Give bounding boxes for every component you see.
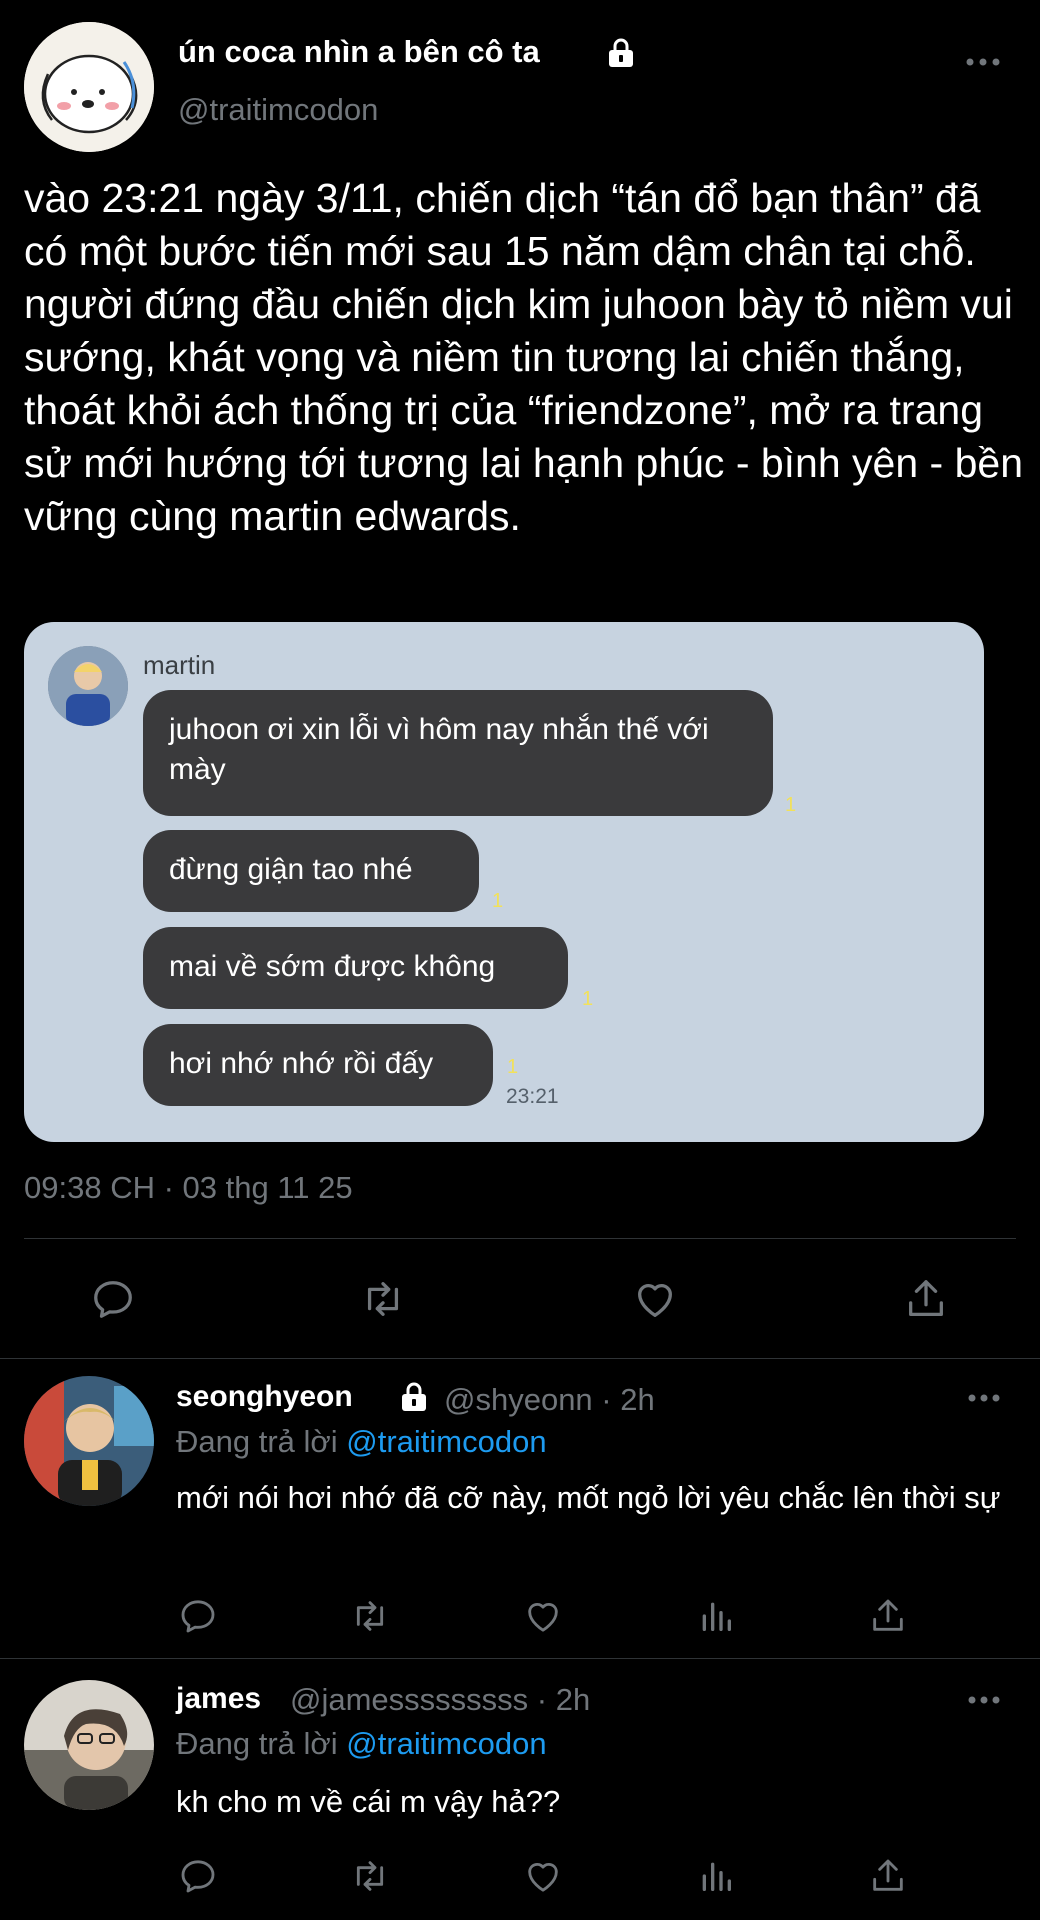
lock-icon [606,38,636,68]
retweet-icon[interactable] [360,1276,406,1322]
replying-to-line: Đang trả lời @traitimcodon [176,1424,547,1460]
reply-icon[interactable] [178,1856,218,1896]
share-icon[interactable] [868,1856,908,1896]
reply-avatar[interactable] [24,1376,154,1506]
author-display-name[interactable]: ún coca nhìn a bên cô ta [178,34,540,70]
views-icon[interactable] [696,1596,736,1636]
lock-icon [399,1382,429,1412]
tweet-text: vào 23:21 ngày 3/11, chiến dịch “tán đổ … [24,175,1035,539]
author-handle[interactable]: @traitimcodon [178,92,378,128]
replying-to-label: Đang trả lời [176,1424,347,1459]
chat-bubble: đừng giận tao nhé [143,830,479,912]
reply-handle-time[interactable]: @shyeonn · 2h [444,1382,655,1418]
author-avatar[interactable] [24,22,154,152]
replying-to-line: Đang trả lời @traitimcodon [176,1726,547,1762]
heart-icon[interactable] [523,1856,563,1896]
chat-sender-name: martin [143,650,216,680]
divider [0,1658,1040,1659]
replying-to-mention[interactable]: @traitimcodon [346,1424,546,1459]
reply-icon[interactable] [178,1596,218,1636]
read-marker: 1 [492,890,504,912]
read-marker: 1 [507,1056,519,1078]
divider [0,1358,1040,1359]
chat-bubble: hơi nhớ nhớ rồi đấy [143,1024,493,1106]
tweet-timestamp[interactable]: 09:38 CH · 03 thg 11 25 [24,1170,353,1206]
chat-timestamp: 23:21 [506,1085,559,1108]
chat-bubble: mai về sớm được không [143,927,568,1009]
share-icon[interactable] [903,1276,949,1322]
retweet-icon[interactable] [350,1596,390,1636]
heart-icon[interactable] [632,1276,678,1322]
read-marker: 1 [785,794,797,816]
retweet-icon[interactable] [350,1856,390,1896]
more-icon[interactable] [968,1696,1000,1704]
reply-icon[interactable] [90,1276,136,1322]
reply-handle-time[interactable]: @jamesssssssss · 2h [290,1682,590,1718]
reply-avatar[interactable] [24,1680,154,1810]
more-icon[interactable] [968,1394,1000,1402]
read-marker: 1 [582,988,594,1010]
reply-text: mới nói hơi nhớ đã cỡ này, mốt ngỏ lời y… [176,1480,1001,1515]
views-icon[interactable] [696,1856,736,1896]
replying-to-label: Đang trả lời [176,1726,347,1761]
chat-avatar [48,646,128,726]
more-icon[interactable] [966,58,1000,66]
share-icon[interactable] [868,1596,908,1636]
reply-display-name[interactable]: james [176,1682,261,1716]
replying-to-mention[interactable]: @traitimcodon [346,1726,546,1761]
reply-text: kh cho m về cái m vậy hả?? [176,1784,561,1819]
heart-icon[interactable] [523,1596,563,1636]
reply-display-name[interactable]: seonghyeon [176,1380,353,1414]
author-avatar-image [24,22,154,152]
divider [24,1238,1016,1239]
chat-bubble: juhoon ơi xin lỗi vì hôm nay nhắn thế vớ… [143,690,773,816]
